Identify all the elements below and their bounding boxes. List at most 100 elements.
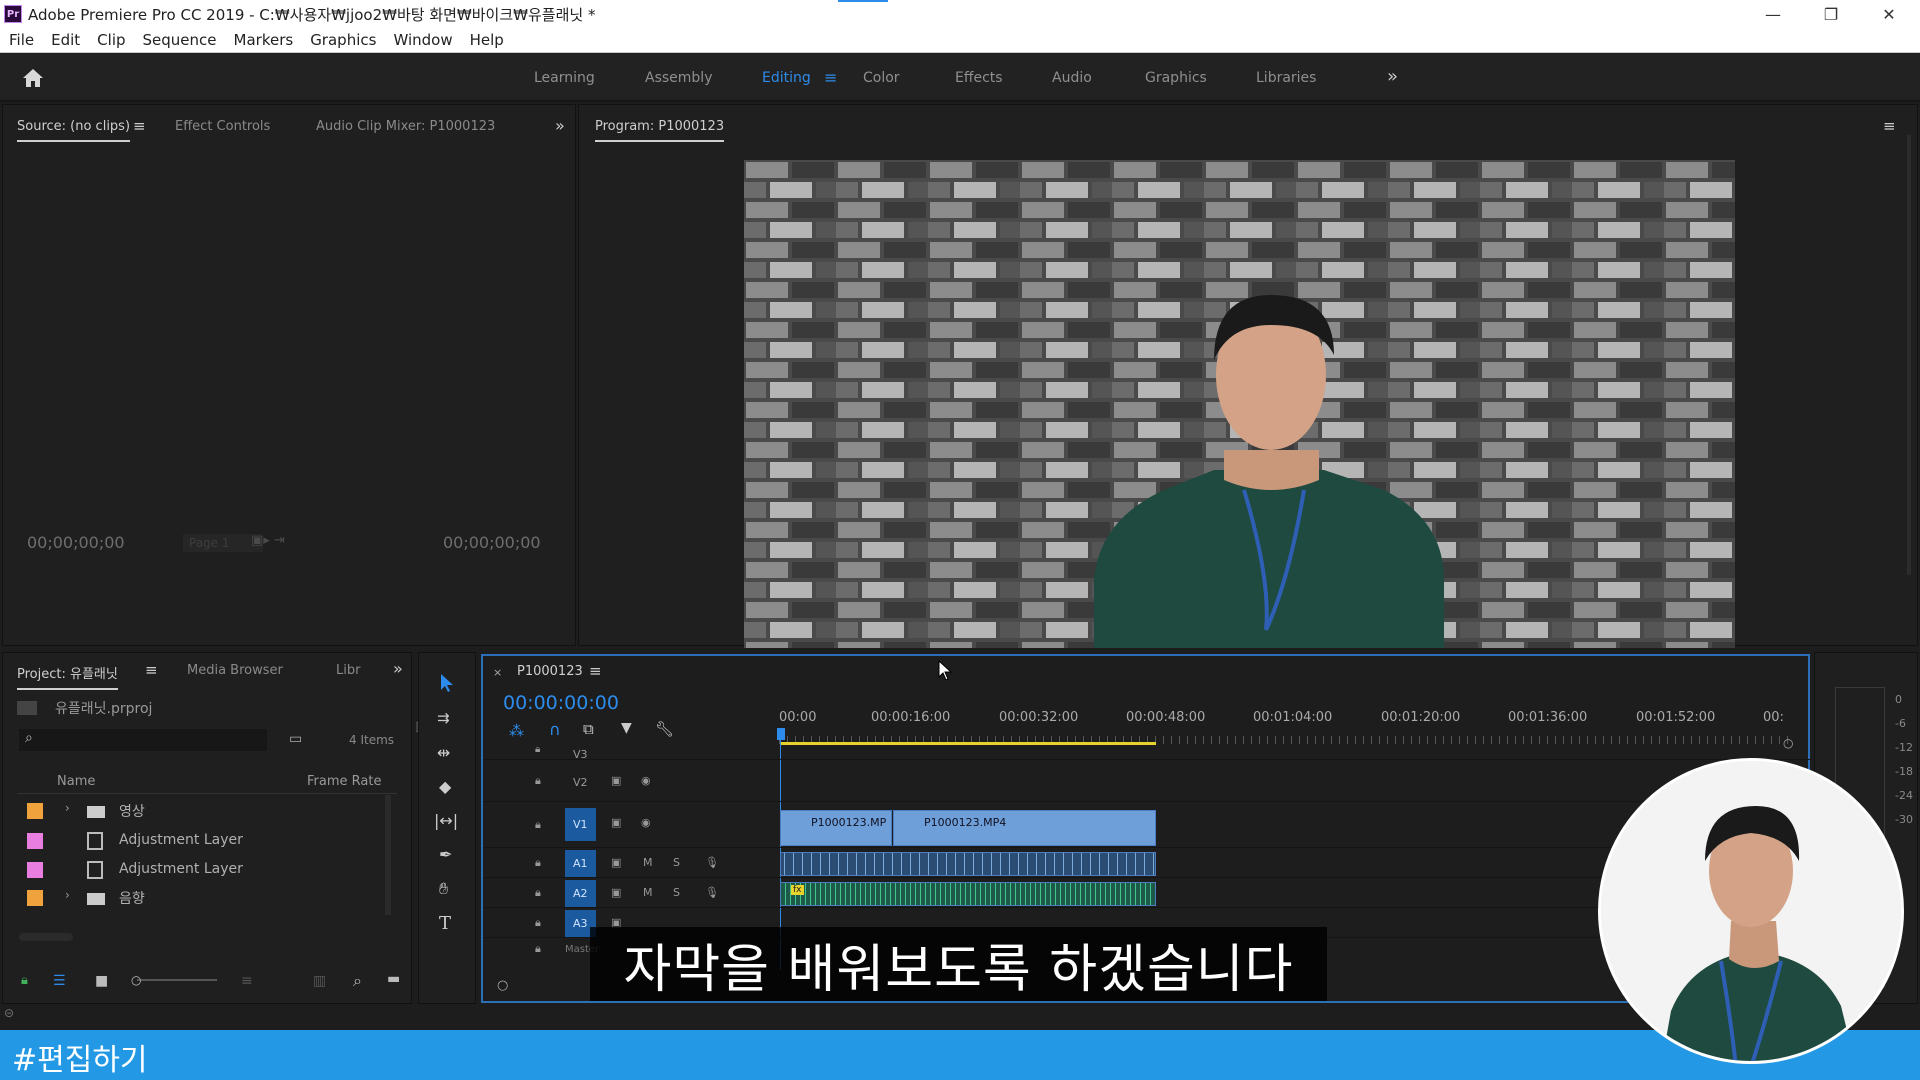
list-item[interactable]: Adjustment Layer	[17, 856, 387, 884]
eye-icon[interactable]: ◉	[641, 774, 651, 787]
project-overflow-icon[interactable]: »	[393, 659, 403, 678]
tab-media-browser[interactable]: Media Browser	[187, 663, 283, 678]
mute-button[interactable]: M	[643, 856, 653, 869]
hand-tool-icon[interactable]: ✋︎	[439, 879, 448, 899]
type-tool-icon[interactable]: T	[439, 913, 451, 934]
mute-button[interactable]: M	[643, 886, 653, 899]
restore-button[interactable]: ❐	[1802, 0, 1860, 28]
lock-icon[interactable]: 🔒︎	[21, 973, 28, 988]
snap-magnet-icon[interactable]: ∩	[549, 720, 561, 739]
sort-icon[interactable]: ≡	[241, 973, 253, 989]
sequence-menu-icon[interactable]: ≡	[589, 662, 602, 680]
playhead-timecode[interactable]: 00:00:00:00	[503, 692, 619, 714]
solo-button[interactable]: S	[673, 886, 680, 899]
nest-icon[interactable]: ⁂	[509, 722, 524, 740]
track-lock-icon[interactable]: 🔒︎	[535, 916, 541, 930]
solo-button[interactable]: S	[673, 856, 680, 869]
home-icon[interactable]	[22, 68, 44, 88]
new-bin-icon[interactable]: ▭	[289, 731, 302, 747]
timeline-zoom-handle-icon[interactable]: ○	[497, 978, 508, 993]
workspace-menu-icon[interactable]: ≡	[824, 68, 837, 87]
razor-tool-icon[interactable]: ◆	[439, 777, 451, 796]
workspace-libraries[interactable]: Libraries	[1256, 70, 1316, 86]
track-target-v1[interactable]: V1	[565, 808, 596, 841]
pen-tool-icon[interactable]: ✒	[439, 845, 452, 864]
sync-lock-icon[interactable]: ▣	[611, 856, 621, 869]
sync-lock-icon[interactable]: ▣	[611, 774, 621, 787]
microphone-icon[interactable]: 🎙︎	[705, 886, 719, 899]
menu-window[interactable]: Window	[393, 31, 452, 49]
program-scrollbar[interactable]	[1907, 135, 1911, 575]
list-item[interactable]: › 음향	[17, 884, 387, 912]
workspace-editing[interactable]: Editing	[762, 70, 811, 86]
audio-clip[interactable]: fx	[780, 882, 1156, 906]
list-item[interactable]: Adjustment Layer	[17, 827, 387, 855]
microphone-icon[interactable]: 🎙︎	[705, 856, 719, 869]
tab-program[interactable]: Program: P1000123	[595, 119, 725, 142]
zoom-slider[interactable]	[137, 979, 217, 981]
menu-clip[interactable]: Clip	[97, 31, 125, 49]
selection-tool-icon[interactable]	[439, 673, 455, 693]
add-marker-icon[interactable]: ▼	[621, 720, 632, 736]
workspace-graphics[interactable]: Graphics	[1145, 70, 1207, 86]
horizontal-scrollbar[interactable]	[19, 933, 73, 941]
track-target-a1[interactable]: A1	[565, 850, 596, 877]
tab-source[interactable]: Source: (no clips)	[17, 119, 131, 142]
zoom-fit-icon[interactable]: ▣▸ ⇥	[251, 533, 285, 548]
slip-tool-icon[interactable]: |↔|	[434, 811, 458, 830]
track-lock-icon[interactable]: 🔒︎	[535, 942, 541, 956]
column-name[interactable]: Name	[57, 774, 95, 789]
menu-sequence[interactable]: Sequence	[143, 31, 217, 49]
sync-lock-icon[interactable]: ▣	[611, 886, 621, 899]
track-select-tool-icon[interactable]: ⇉	[437, 709, 450, 727]
linked-selection-icon[interactable]: ⧉	[583, 720, 594, 738]
label-swatch[interactable]	[27, 803, 43, 819]
list-view-icon[interactable]: ☰	[53, 973, 66, 989]
work-area-bar[interactable]	[780, 742, 1156, 745]
track-lock-icon[interactable]: 🔒︎	[535, 744, 540, 755]
sync-lock-icon[interactable]: ▣	[611, 816, 621, 829]
close-sequence-icon[interactable]: ×	[493, 666, 502, 679]
project-search-input[interactable]	[19, 729, 267, 751]
zoom-slider-handle[interactable]: ○	[131, 973, 141, 987]
program-panel-menu-icon[interactable]: ≡	[1883, 117, 1896, 135]
column-frame-rate[interactable]: Frame Rate	[307, 774, 381, 789]
label-swatch[interactable]	[27, 833, 43, 849]
workspace-color[interactable]: Color	[863, 70, 900, 86]
playhead[interactable]	[777, 728, 785, 740]
audio-clip[interactable]	[780, 852, 1156, 876]
project-panel-menu-icon[interactable]: ≡	[145, 661, 158, 679]
icon-view-icon[interactable]: ■	[95, 973, 108, 989]
tab-sequence[interactable]: P1000123	[517, 664, 583, 679]
video-clip[interactable]: P1000123.MP4	[893, 810, 1156, 846]
ripple-edit-tool-icon[interactable]: ⇹	[437, 743, 450, 762]
workspace-learning[interactable]: Learning	[534, 70, 595, 86]
automate-icon[interactable]: ▥	[313, 973, 326, 989]
expand-chevron-icon[interactable]: ›	[65, 888, 70, 902]
menu-file[interactable]: File	[9, 31, 34, 49]
track-lock-icon[interactable]: 🔒︎	[535, 856, 541, 870]
tab-audio-clip-mixer[interactable]: Audio Clip Mixer: P1000123	[316, 119, 495, 134]
wrench-icon[interactable]: 🔧︎	[655, 720, 674, 738]
tab-libraries[interactable]: Libr	[336, 663, 360, 678]
project-scrollbar[interactable]	[385, 795, 391, 915]
panel-overflow-icon[interactable]: »	[555, 116, 565, 135]
label-swatch[interactable]	[27, 890, 43, 906]
expand-chevron-icon[interactable]: ›	[65, 801, 70, 815]
workspace-overflow-icon[interactable]: »	[1387, 66, 1398, 87]
tab-effect-controls[interactable]: Effect Controls	[175, 119, 270, 134]
close-button[interactable]: ✕	[1860, 0, 1918, 28]
new-bin-bottom-icon[interactable]: ▬	[387, 971, 400, 987]
menu-markers[interactable]: Markers	[234, 31, 294, 49]
track-lock-icon[interactable]: 🔒︎	[535, 886, 541, 900]
menu-edit[interactable]: Edit	[51, 31, 80, 49]
menu-graphics[interactable]: Graphics	[310, 31, 376, 49]
workspace-assembly[interactable]: Assembly	[645, 70, 712, 86]
source-panel-menu-icon[interactable]: ≡	[133, 117, 146, 135]
minimize-button[interactable]: —	[1744, 0, 1802, 28]
eye-icon[interactable]: ◉	[641, 816, 651, 829]
label-swatch[interactable]	[27, 862, 43, 878]
find-icon[interactable]: ⌕	[353, 971, 362, 991]
track-target-a2[interactable]: A2	[565, 880, 596, 907]
workspace-audio[interactable]: Audio	[1052, 70, 1092, 86]
